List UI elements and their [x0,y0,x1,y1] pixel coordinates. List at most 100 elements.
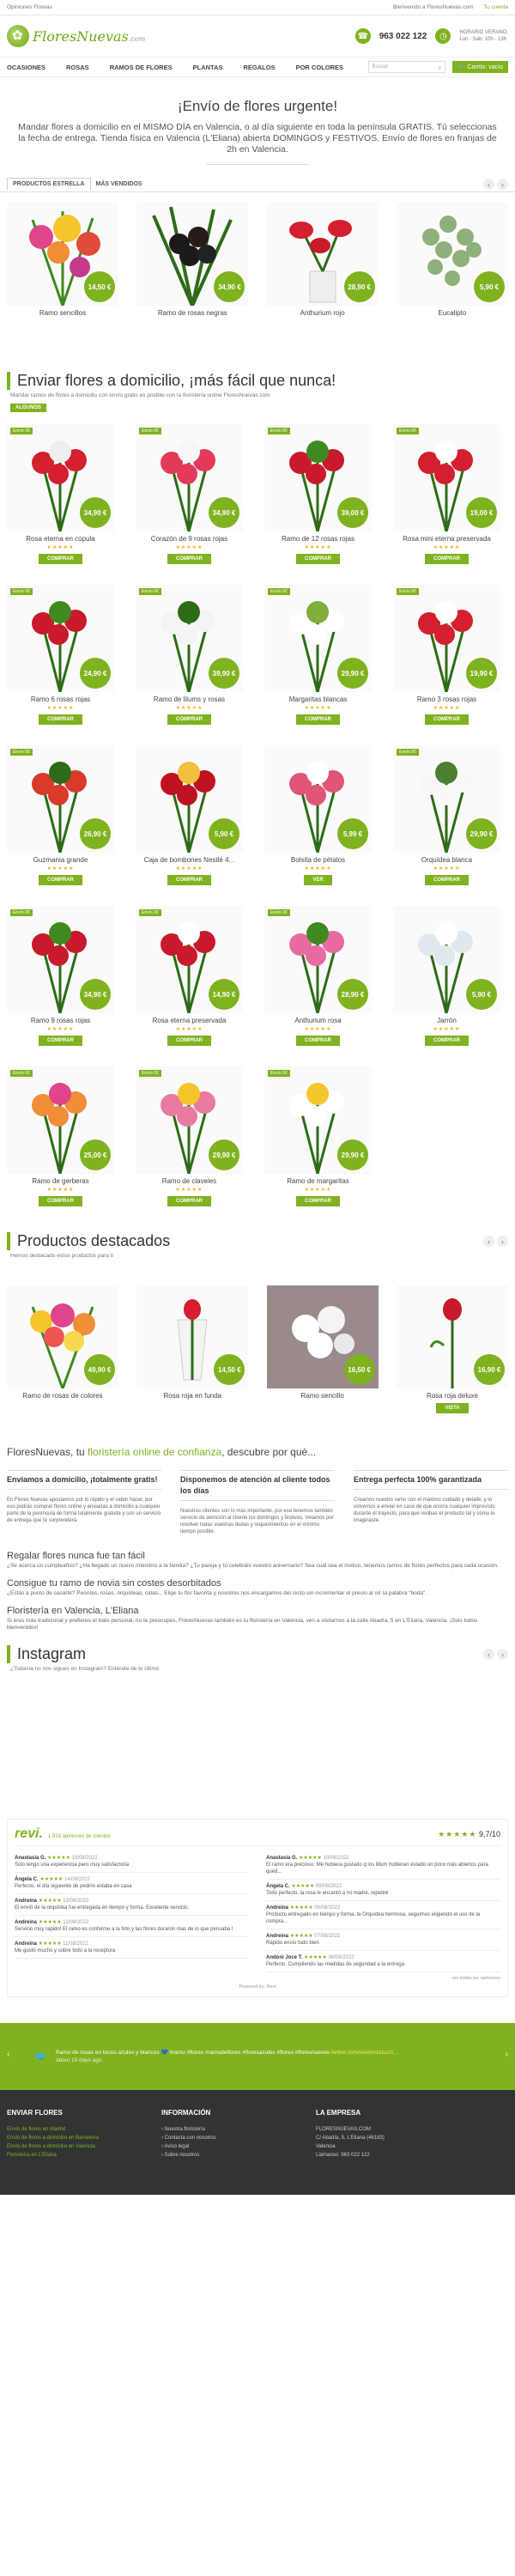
nav-ocasiones[interactable]: OCASIONES [7,64,45,71]
product-card[interactable]: Envío 0€ 34,90 € Rosa eterna en cúpula ★★★★… [7,424,114,564]
product-image[interactable]: Envío 0€ 29,90 € [393,745,500,853]
footer-link[interactable]: › Contacta con nosotros [161,2134,282,2142]
buy-button[interactable]: COMPRAR [425,875,469,885]
product-card[interactable]: Envío 0€ 34,90 € Corazón de 9 rosas rojas ★… [136,424,243,564]
product-image[interactable]: 14,50 € [7,203,118,306]
product-card[interactable]: Envío 0€ 25,00 € Ramo de gerberas ★★★★★ COMP… [7,1066,114,1206]
product-name[interactable]: Jarrón [393,1017,500,1024]
product-name[interactable]: Ramo 3 rosas rojas [393,696,500,703]
product-card[interactable]: 49,90 € Ramo de rosas de colores [7,1285,118,1413]
product-image[interactable]: 49,90 € [7,1285,118,1388]
chevron-right-icon[interactable]: › [497,1236,508,1247]
product-card[interactable]: Envío 0€ 28,90 € Anthurium rosa ★★★★★ COMPRA… [264,906,372,1046]
buy-button[interactable]: COMPRAR [167,1036,211,1046]
footer-link[interactable]: › Aviso legal [161,2142,282,2151]
product-image[interactable]: Envío 0€ 26,90 € [7,745,114,853]
product-name[interactable]: Ramo de rosas de colores [7,1392,118,1400]
chevron-left-icon[interactable]: ‹ [7,2050,9,2059]
product-image[interactable]: 28,90 € [266,203,379,306]
product-image[interactable]: 34,90 € [136,203,249,306]
footer-link[interactable]: Floristería en L'Eliana [7,2151,127,2160]
nav-regalos[interactable]: REGALOS [243,64,275,71]
product-card[interactable]: 16,50 € Ramo sencillo [266,1285,379,1413]
product-image[interactable]: Envío 0€ 34,90 € [7,906,114,1013]
product-card[interactable]: Envío 0€ 19,00 € Rosa mini eterna preserva… [393,424,500,564]
product-image[interactable]: 5,90 € [396,203,508,306]
product-name[interactable]: Ramo 9 rosas rojas [7,1017,114,1024]
buy-button[interactable]: COMPRAR [39,554,82,564]
product-image[interactable]: Envío 0€ 34,90 € [136,424,243,532]
product-card[interactable]: 5,99 € Bolsita de pétalos ★★★★★ VER [264,745,372,885]
footer-link[interactable]: Envío de flores en Madrid [7,2125,127,2134]
product-name[interactable]: Rosa eterna preservada [136,1017,243,1024]
buy-button[interactable]: COMPRAR [167,714,211,725]
footer-link[interactable]: Envío de flores a domicilio en Valencia [7,2142,127,2151]
product-card[interactable]: Envío 0€ 24,90 € Ramo 6 rosas rojas ★★★★★ CO… [7,585,114,725]
chevron-right-icon[interactable]: › [497,179,508,190]
product-card[interactable]: Envío 0€ 29,90 € Ramo de margaritas ★★★★★ CO… [264,1066,372,1206]
product-image[interactable]: Envío 0€ 24,90 € [7,585,114,692]
vista-button[interactable]: VISTA [436,1403,469,1413]
product-image[interactable]: Envío 0€ 19,90 € [393,585,500,692]
product-image[interactable]: Envío 0€ 39,90 € [136,585,243,692]
buy-button[interactable]: COMPRAR [296,1196,340,1206]
buy-button[interactable]: COMPRAR [425,554,469,564]
product-card[interactable]: Envío 0€ 19,90 € Ramo 3 rosas rojas ★★★★★ CO… [393,585,500,725]
product-name[interactable]: Bolsita de pétalos [264,856,372,864]
product-name[interactable]: Ramo sencillos [7,309,118,317]
tab-mas-vendidos[interactable]: MÁS VENDIDOS [91,179,148,190]
product-name[interactable]: Rosa eterna en cúpula [7,535,114,543]
reviews-more-link[interactable]: ver todas las opiniones [15,1976,500,1981]
product-card[interactable]: Envío 0€ 34,90 € Ramo 9 rosas rojas ★★★★★ CO… [7,906,114,1046]
product-name[interactable]: Rosa roja en funda [136,1392,248,1400]
product-card[interactable]: Envío 0€ 39,00 € Ramo de 12 rosas rojas ★★★… [264,424,372,564]
product-image[interactable]: Envío 0€ 39,00 € [264,424,372,532]
product-name[interactable]: Eucalipto [397,309,508,317]
product-card[interactable]: Envío 0€ 29,90 € Ramo de claveles ★★★★★ COMP… [136,1066,243,1206]
tab-productos-estrella[interactable]: PRODUCTOS ESTRELLA [7,178,91,191]
buy-button[interactable]: COMPRAR [425,714,469,725]
nav-ramos[interactable]: RAMOS DE FLORES [110,64,173,71]
search-input[interactable]: Buscar ⌕ [367,61,445,73]
buy-button[interactable]: VER [304,875,332,885]
product-card[interactable]: Envío 0€ 29,90 € Margaritas blancas ★★★★★ CO… [264,585,372,725]
buy-button[interactable]: COMPRAR [167,1196,211,1206]
nav-colores[interactable]: POR COLORES [296,64,343,71]
buy-button[interactable]: COMPRAR [39,1036,82,1046]
logo[interactable]: FloresNuevas.com [7,25,145,47]
product-image[interactable]: 14,50 € [136,1285,249,1388]
product-card[interactable]: 5,90 € Eucalipto [396,203,508,317]
product-name[interactable]: Guzmania grande [7,856,114,864]
account-link[interactable]: Tu cuenta [483,4,508,10]
buy-button[interactable]: COMPRAR [296,714,340,725]
footer-link[interactable]: Envío de flores a domicilio en Barcelona [7,2134,127,2142]
buy-button[interactable]: COMPRAR [296,1036,340,1046]
phone-number[interactable]: 963 022 122 [379,32,427,41]
product-name[interactable]: Ramo 6 rosas rojas [7,696,114,703]
product-name[interactable]: Orquídea blanca [393,856,500,864]
product-card[interactable]: Envío 0€ 14,90 € Rosa eterna preservada ★★★… [136,906,243,1046]
cart-button[interactable]: 🛒 Carrito: vacío [451,61,508,73]
chevron-left-icon[interactable]: ‹ [483,1649,494,1660]
product-name[interactable]: Margaritas blancas [264,696,372,703]
product-card[interactable]: 16,90 € Rosa roja deluxe VISTA [396,1285,508,1413]
opiniones-link[interactable]: Opiniones Floreas [7,4,52,10]
product-image[interactable]: 16,90 € [396,1285,508,1388]
product-name[interactable]: Ramo de gerberas [7,1177,114,1185]
product-name[interactable]: Ramo de rosas negras [136,309,248,317]
chevron-left-icon[interactable]: ‹ [483,179,494,190]
product-card[interactable]: 28,90 € Anthurium rojo [266,203,379,317]
reviews-count[interactable]: 1.916 opiniones de clientes [48,1834,111,1839]
buy-button[interactable]: COMPRAR [167,875,211,885]
product-image[interactable]: 5,90 € [393,906,500,1013]
product-name[interactable]: Ramo de lilums y rosas [136,696,243,703]
buy-button[interactable]: COMPRAR [39,875,82,885]
product-name[interactable]: Caja de bombones Nestlé 4... [136,856,243,864]
product-name[interactable]: Ramo sencillo [267,1392,379,1400]
product-card[interactable]: 5,90 € Jarrón ★★★★★ COMPRAR [393,906,500,1046]
product-image[interactable]: Envío 0€ 29,90 € [264,1066,372,1174]
buy-button[interactable]: COMPRAR [39,714,82,725]
product-name[interactable]: Ramo de 12 rosas rojas [264,535,372,543]
chevron-right-icon[interactable]: › [497,1649,508,1660]
product-card[interactable]: 5,90 € Caja de bombones Nestlé 4... ★★★★★ C… [136,745,243,885]
